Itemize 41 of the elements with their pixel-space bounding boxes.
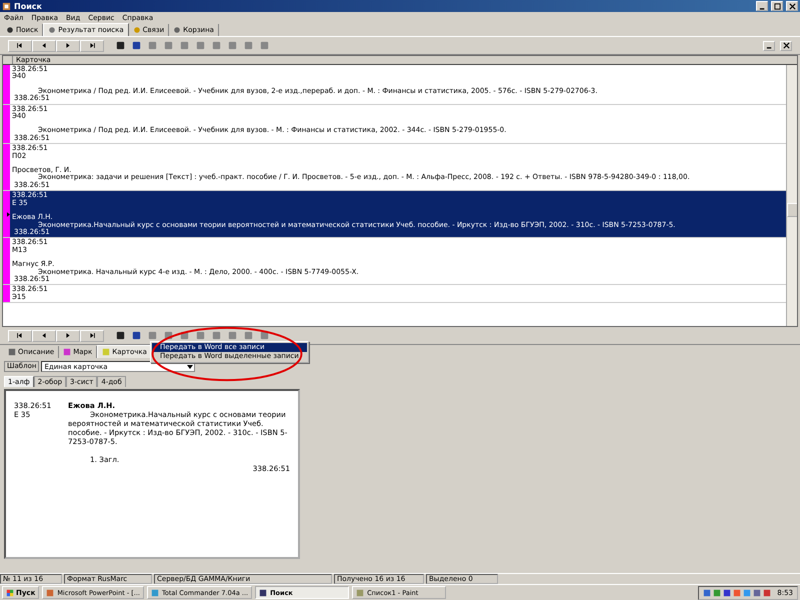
scrollbar[interactable] (786, 65, 797, 326)
dropdown-arrow-icon (186, 362, 194, 370)
next-icon (64, 43, 72, 48)
tab-icon (63, 348, 72, 356)
app-icon (150, 588, 159, 596)
minimize-button[interactable] (756, 1, 768, 11)
tab-icon (6, 26, 14, 34)
tab-icon (132, 26, 141, 34)
app-icon (46, 588, 54, 596)
close-button[interactable] (780, 40, 792, 50)
nav-button[interactable] (56, 330, 80, 342)
skip-last-icon (88, 43, 96, 48)
next-icon (64, 333, 72, 338)
maximize-button[interactable] (771, 1, 783, 11)
previous-icon (40, 43, 48, 48)
window-title: Поиск (14, 2, 42, 10)
tab-icon (8, 348, 16, 356)
nav-button[interactable] (8, 40, 32, 52)
app-icon (2, 2, 11, 10)
nav-button[interactable] (32, 40, 56, 52)
app-icon (259, 588, 268, 596)
skip-first-icon (16, 43, 24, 48)
nav-button[interactable] (80, 40, 104, 52)
close-button[interactable] (786, 1, 798, 11)
app-icon (356, 588, 364, 596)
nav-button[interactable] (80, 330, 104, 342)
nav-button[interactable] (8, 330, 32, 342)
close-icon (788, 2, 796, 10)
tab-icon (102, 348, 110, 356)
tab-icon (173, 26, 182, 34)
tab-icon (48, 26, 56, 34)
close-icon (782, 42, 790, 49)
minimize-button[interactable] (763, 40, 775, 50)
maximize-icon (774, 2, 780, 10)
nav-button[interactable] (32, 330, 56, 342)
four-squares-icon (6, 588, 14, 596)
skip-last-icon (88, 333, 96, 338)
previous-icon (40, 333, 48, 338)
nav-button[interactable] (56, 40, 80, 52)
skip-first-icon (16, 333, 24, 338)
row-pointer-icon (7, 212, 10, 217)
